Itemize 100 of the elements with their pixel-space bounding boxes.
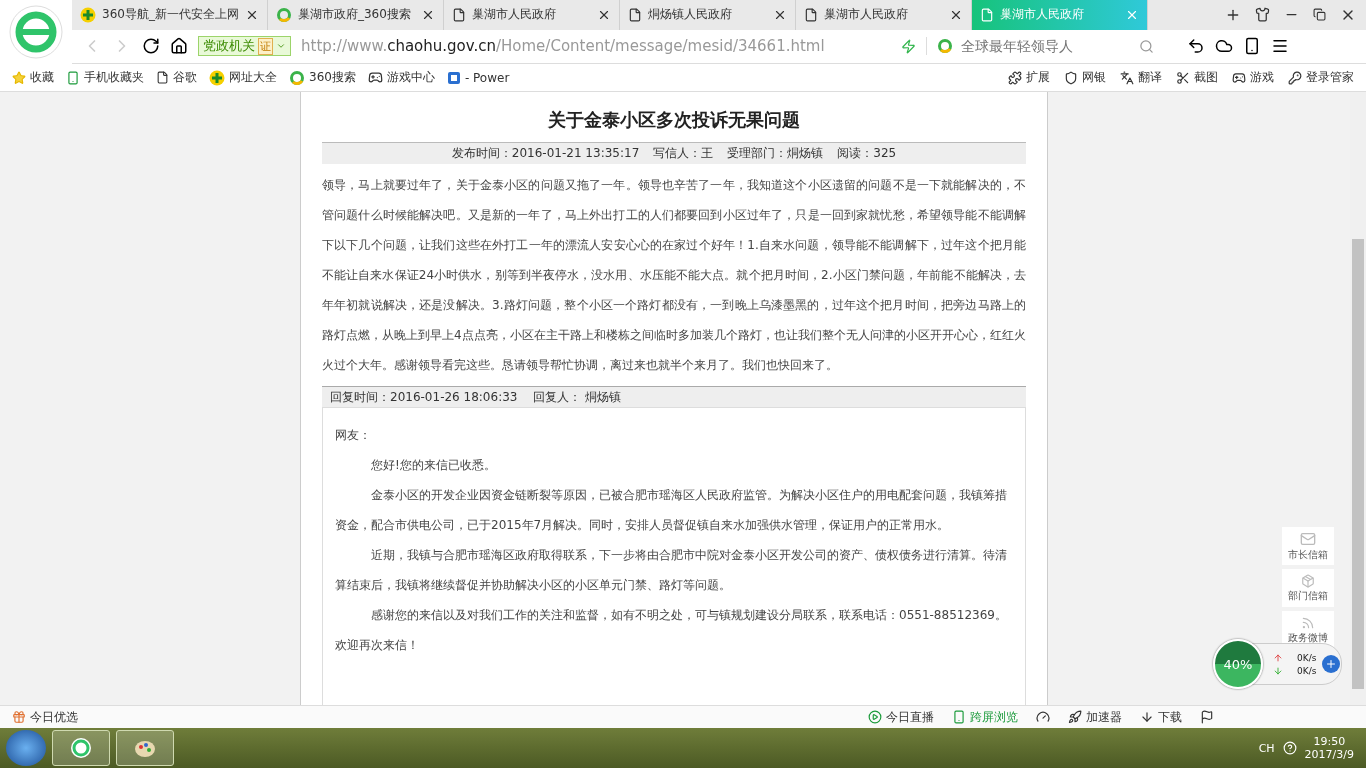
tab-label: 烔炀镇人民政府 (647, 6, 733, 24)
meta-text: 回复人： 烔炀镇 (533, 388, 622, 406)
browser-tab[interactable]: 烔炀镇人民政府 (619, 0, 796, 30)
bookmark-label: 手机收藏夹 (84, 69, 144, 86)
bookmark-label: 网址大全 (229, 69, 277, 86)
status-item[interactable]: 跨屏浏览 (952, 708, 1018, 726)
taskbar-app[interactable] (52, 730, 110, 766)
meta-text: 受理部门：烔炀镇 (727, 145, 824, 162)
taskbar-app[interactable] (116, 730, 174, 766)
bookmark-label: 游戏中心 (386, 69, 435, 86)
toolbar-item[interactable]: 翻译 (1120, 69, 1162, 86)
certification-badge[interactable]: 党政机关 证 (198, 36, 291, 57)
side-link[interactable]: 部门信箱 (1282, 569, 1334, 607)
side-link[interactable]: 市长信箱 (1282, 527, 1334, 565)
toolbar-item[interactable]: 网银 (1064, 69, 1106, 86)
help-icon[interactable] (1282, 741, 1297, 755)
toolbar-label: 截图 (1194, 69, 1218, 86)
toolbar-label: 游戏 (1250, 69, 1274, 86)
phone-icon (952, 710, 966, 724)
download-rate: 0K/s (1297, 665, 1317, 676)
start-button[interactable] (6, 730, 46, 766)
reload-icon[interactable] (142, 37, 160, 56)
bookmark[interactable]: 360搜索 (289, 69, 356, 86)
puzzle-icon (1008, 70, 1022, 85)
reply-text: 感谢您的来信以及对我们工作的关注和监督，如有不明之处，可与镇规划建设分局联系，联系电话：0551-88512369。 (370, 607, 1008, 624)
clock[interactable]: 19:50 2017/3/9 (1304, 735, 1354, 761)
bookmark-label: 360搜索 (309, 69, 356, 86)
flag-icon[interactable] (1200, 708, 1214, 726)
browser-tab[interactable]: 巢湖市政府_360搜索 (267, 0, 444, 30)
status-item[interactable]: 今日优选 (12, 708, 78, 726)
gift-icon (12, 710, 26, 724)
browser-tab[interactable]: 巢湖市人民政府 (795, 0, 972, 30)
home-icon[interactable] (170, 37, 188, 56)
meta-text: 回复时间：2016-01-26 18:06:33 (330, 388, 518, 406)
language-indicator[interactable]: CH (1258, 741, 1275, 755)
plus-icon[interactable] (1322, 655, 1341, 673)
plus-circle-icon (209, 69, 225, 86)
toolbar-label: 网银 (1082, 69, 1106, 86)
tab-label: 巢湖市人民政府 (823, 6, 909, 24)
status-item[interactable]: 加速器 (1068, 708, 1122, 726)
article-title: 关于金泰小区多次投诉无果问题 (547, 108, 801, 132)
status-label: 加速器 (1086, 708, 1122, 726)
reply-text: 欢迎再次来信！ (335, 637, 420, 654)
bookmark-label: 收藏 (30, 69, 54, 86)
status-item[interactable]: 今日直播 (868, 708, 934, 726)
toolbar-label: 登录管家 (1306, 69, 1354, 86)
gamepad-icon (1232, 70, 1246, 85)
clock-date: 2017/3/9 (1304, 748, 1354, 761)
status-item[interactable]: 下载 (1140, 708, 1182, 726)
reply-text: 网友： (335, 427, 372, 444)
download-icon (1140, 710, 1154, 724)
download-arrow-icon (1273, 665, 1283, 676)
tab-label: 巢湖市人民政府 (999, 6, 1085, 24)
key-icon (1288, 70, 1302, 85)
toolbar-item[interactable]: 扩展 (1008, 69, 1050, 86)
translate-icon (1120, 70, 1134, 85)
mailbox-icon (1301, 573, 1315, 588)
clock-time: 19:50 (1313, 735, 1346, 748)
bookmark[interactable]: 游戏中心 (367, 69, 435, 86)
plus-circle-icon (80, 6, 96, 23)
toolbar-item[interactable]: 游戏 (1232, 69, 1274, 86)
browser-tab[interactable]: 巢湖市人民政府 (443, 0, 620, 30)
url-field[interactable]: http://www.chaohu.gov.cn/Home/Content/message/mesid/34661.html (301, 37, 891, 56)
phone-icon[interactable] (1243, 37, 1261, 56)
scroll-thumb[interactable] (1352, 239, 1364, 689)
bookmark-label: - Power (464, 70, 510, 85)
meta-text: 发布时间：2016-01-21 13:35:17 (451, 145, 640, 162)
shield-icon (1064, 70, 1078, 85)
toolbar-label: 扩展 (1026, 69, 1050, 86)
bookmark[interactable]: 收藏 (12, 69, 54, 86)
skin-icon[interactable] (1255, 7, 1270, 23)
meta-text: 写信人：王 (653, 145, 714, 162)
page-icon (156, 71, 169, 84)
restore-icon[interactable] (1313, 8, 1326, 22)
ring-icon (289, 69, 305, 86)
page-icon (979, 7, 994, 22)
search-icon[interactable] (1139, 38, 1154, 54)
toolbar-item[interactable]: 登录管家 (1288, 69, 1354, 86)
status-label: 下载 (1158, 708, 1182, 726)
bookmark[interactable]: 手机收藏夹 (66, 69, 144, 86)
page-icon (451, 7, 466, 22)
tab-label: 360导航_新一代安全上网 (102, 6, 239, 24)
undo-icon[interactable] (1187, 37, 1205, 56)
bookmark[interactable]: 谷歌 (156, 69, 197, 86)
rocket-icon (1068, 710, 1082, 724)
lightning-icon[interactable] (901, 38, 916, 54)
upload-arrow-icon (1273, 652, 1283, 663)
ring-icon (275, 6, 292, 23)
reply-text: 您好!您的来信已收悉。 (370, 457, 497, 474)
weibo-icon (1301, 615, 1315, 630)
browser-tab[interactable]: 360导航_新一代安全上网 (72, 0, 268, 30)
bookmark[interactable]: 网址大全 (209, 69, 277, 86)
mail-icon (1300, 530, 1316, 547)
bookmark[interactable]: - Power (446, 70, 510, 85)
side-label: 市长信箱 (1288, 548, 1328, 562)
toolbar-item[interactable]: 截图 (1176, 69, 1218, 86)
ring-icon (937, 38, 953, 55)
play-icon (868, 710, 882, 724)
meta-text: 阅读：325 (837, 145, 897, 162)
gauge-icon (1036, 710, 1050, 724)
